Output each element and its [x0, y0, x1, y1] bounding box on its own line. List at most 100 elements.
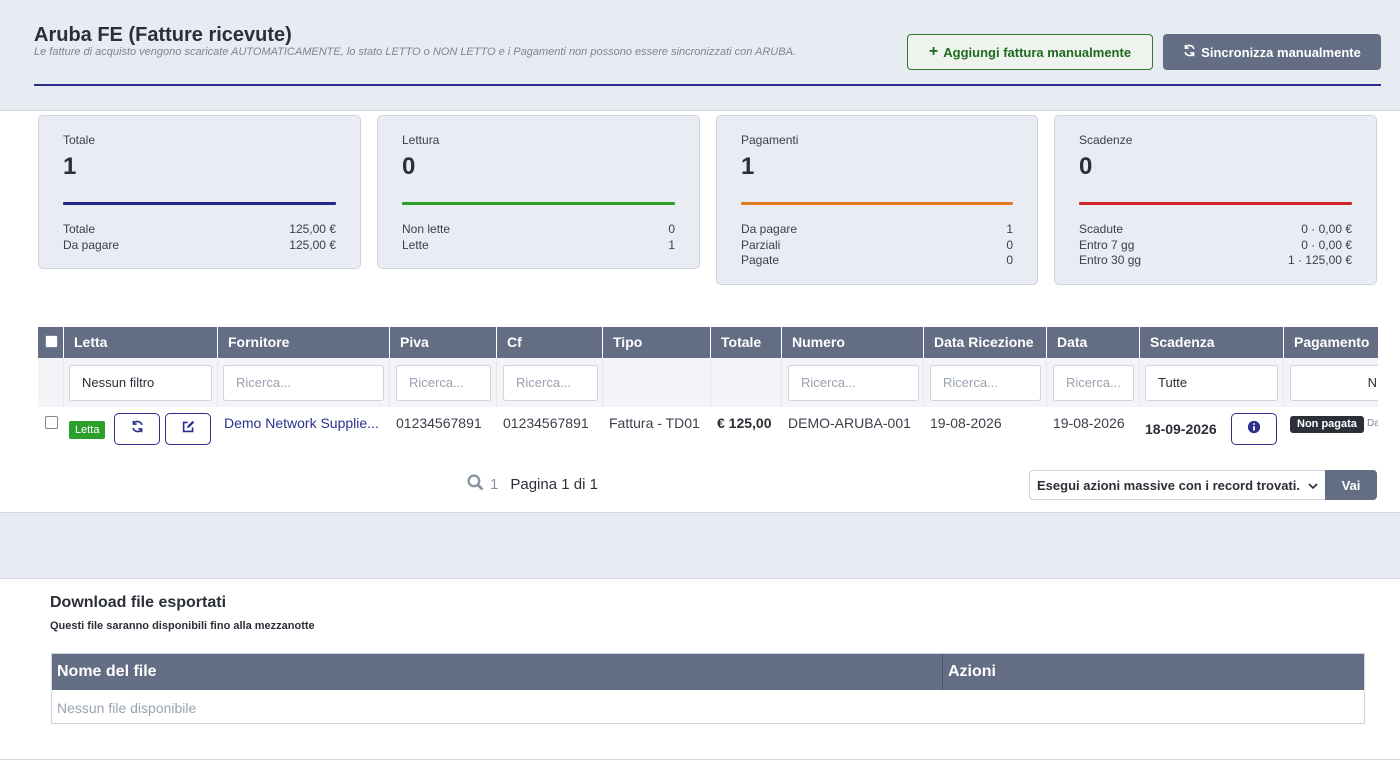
- page-subtitle: Le fatture di acquisto vengono scaricate…: [34, 46, 796, 58]
- card-bar: [402, 202, 675, 205]
- header-divider: [34, 84, 1381, 86]
- card-row-value: 0 · 0,00 €: [1301, 237, 1352, 252]
- empty-message: Nessun file disponibile: [57, 700, 197, 716]
- column-header[interactable]: Cf: [497, 327, 602, 358]
- page-title: Aruba FE (Fatture ricevute): [34, 24, 292, 46]
- downloads-table: Nome del file Azioni Nessun file disponi…: [51, 653, 1365, 724]
- plus-icon: +: [928, 43, 939, 60]
- column-header[interactable]: Numero: [782, 327, 923, 358]
- card-lettura: Lettura 0 Non lette 0 Lette 1: [377, 115, 700, 269]
- card-totale: Totale 1 Totale 125,00 € Da pagare 125,00 …: [38, 115, 361, 269]
- edit-row-button[interactable]: [165, 413, 211, 445]
- sync-button[interactable]: Sincronizza manualmente: [1163, 34, 1381, 70]
- sync-label: Sincronizza manualmente: [1201, 44, 1361, 60]
- column-header[interactable]: Letta: [64, 327, 217, 358]
- results-count: 1: [490, 476, 499, 493]
- column-header[interactable]: Scadenza: [1140, 327, 1283, 358]
- downloads-section: Download file esportati Questi file sara…: [0, 578, 1400, 760]
- card-row-value: 0: [1006, 253, 1013, 267]
- cf-cell: 01234567891: [503, 415, 589, 431]
- fornitore-link[interactable]: Demo Network Supplie...: [224, 415, 386, 431]
- card-scadenze: Scadenze 0 Scadute 0 · 0,00 € Entro 7 gg 0…: [1054, 115, 1377, 285]
- payment-extra: Da: [1367, 418, 1378, 429]
- column-header[interactable]: Tipo: [603, 327, 710, 358]
- card-row-label: Parziali: [741, 237, 781, 252]
- card-row-label: Entro 7 gg: [1079, 237, 1135, 252]
- card-label: Scadenze: [1079, 133, 1133, 147]
- column-header[interactable]: Pagamento: [1284, 327, 1378, 358]
- row-checkbox[interactable]: [45, 416, 58, 429]
- bulk-actions-label: Esegui azioni massive con i record trova…: [1037, 477, 1300, 493]
- data-cell: 19-08-2026: [1053, 415, 1125, 431]
- column-header[interactable]: Fornitore: [218, 327, 389, 358]
- pagination: 1 Pagina 1 di 1: [467, 474, 598, 495]
- card-row-value: 125,00 €: [289, 222, 336, 236]
- tipo-cell: Fattura - TD01: [609, 415, 700, 431]
- column-header: Nome del file: [52, 654, 943, 690]
- status-badge: Letta: [69, 421, 106, 439]
- card-label: Lettura: [402, 133, 440, 147]
- scadenza-cell: 18-09-2026: [1145, 421, 1217, 437]
- card-row-value: 0: [668, 222, 675, 236]
- data-search-input[interactable]: Ricerca...: [1053, 365, 1134, 401]
- card-bar: [741, 202, 1013, 205]
- search-icon[interactable]: [467, 474, 484, 495]
- card-row-value: 125,00 €: [289, 237, 336, 252]
- card-label: Totale: [63, 133, 96, 147]
- numero-cell: DEMO-ARUBA-001: [788, 415, 911, 431]
- card-row-value: 0 · 0,00 €: [1301, 222, 1352, 236]
- header-select-all: [38, 327, 63, 358]
- card-value: 0: [402, 153, 416, 180]
- column-header: Azioni: [943, 654, 1364, 690]
- select-all-checkbox[interactable]: [45, 335, 58, 348]
- numero-search-input[interactable]: Ricerca...: [788, 365, 919, 401]
- main-content: Totale 1 Totale 125,00 € Da pagare 125,00 …: [0, 111, 1400, 513]
- scadenza-filter-select[interactable]: Tutte: [1145, 365, 1278, 401]
- info-icon: [1247, 420, 1261, 439]
- pagamento-filter-select[interactable]: N: [1290, 365, 1378, 401]
- letta-filter-select[interactable]: Nessun filtro: [69, 365, 212, 401]
- cf-search-input[interactable]: Ricerca...: [503, 365, 598, 401]
- card-row-label: Lette: [402, 237, 429, 252]
- totale-cell: € 125,00: [717, 415, 772, 431]
- payment-status-badge: Non pagata: [1290, 416, 1364, 433]
- card-row-value: 0: [1006, 237, 1013, 252]
- piva-search-input[interactable]: Ricerca...: [396, 365, 491, 401]
- scadenza-info-button[interactable]: [1231, 413, 1277, 445]
- go-button[interactable]: Vai: [1325, 470, 1377, 500]
- card-row-label: Da pagare: [63, 237, 120, 252]
- piva-cell: 01234567891: [396, 415, 482, 431]
- data-ricezione-search-input[interactable]: Ricerca...: [930, 365, 1041, 401]
- page-header: Aruba FE (Fatture ricevute) Le fatture d…: [0, 0, 1400, 111]
- table-row[interactable]: Letta Demo Network Supplie... 0123456789…: [38, 407, 1378, 453]
- card-value: 0: [1079, 153, 1093, 180]
- card-value: 1: [741, 153, 755, 180]
- column-header[interactable]: Piva: [390, 327, 496, 358]
- refresh-icon: [131, 420, 144, 438]
- refresh-row-button[interactable]: [114, 413, 160, 445]
- chevron-down-icon: [1308, 478, 1318, 493]
- column-header[interactable]: Data: [1047, 327, 1139, 358]
- fornitore-search-input[interactable]: Ricerca...: [223, 365, 384, 401]
- bulk-actions-select[interactable]: Esegui azioni massive con i record trova…: [1029, 470, 1325, 500]
- column-header[interactable]: Totale: [711, 327, 781, 358]
- column-header[interactable]: Data Ricezione: [924, 327, 1046, 358]
- downloads-subtitle: Questi file saranno disponibili fino all…: [50, 620, 315, 632]
- invoices-table: Letta Fornitore Piva Cf Tipo Totale Nume…: [38, 327, 1378, 453]
- card-row-label: Entro 30 gg: [1079, 253, 1142, 267]
- sync-icon: [1183, 44, 1196, 60]
- page-info: Pagina 1 di 1: [510, 476, 598, 493]
- card-row-label: Pagate: [741, 253, 780, 267]
- card-row-value: 1: [1006, 222, 1013, 236]
- filter-row: Nessun filtro Ricerca... Ricerca... Rice…: [38, 358, 1378, 407]
- card-pagamenti: Pagamenti 1 Da pagare 1 Parziali 0 Pagate 0: [716, 115, 1038, 285]
- add-invoice-button[interactable]: + Aggiungi fattura manualmente: [907, 34, 1153, 70]
- card-row-label: Non lette: [402, 222, 451, 236]
- data-ricezione-cell: 19-08-2026: [930, 415, 1002, 431]
- card-value: 1: [63, 153, 77, 180]
- downloads-title: Download file esportati: [50, 594, 227, 611]
- card-row-label: Da pagare: [741, 222, 798, 236]
- card-row-label: Scadute: [1079, 222, 1124, 236]
- card-bar: [1079, 202, 1352, 205]
- edit-icon: [182, 420, 195, 438]
